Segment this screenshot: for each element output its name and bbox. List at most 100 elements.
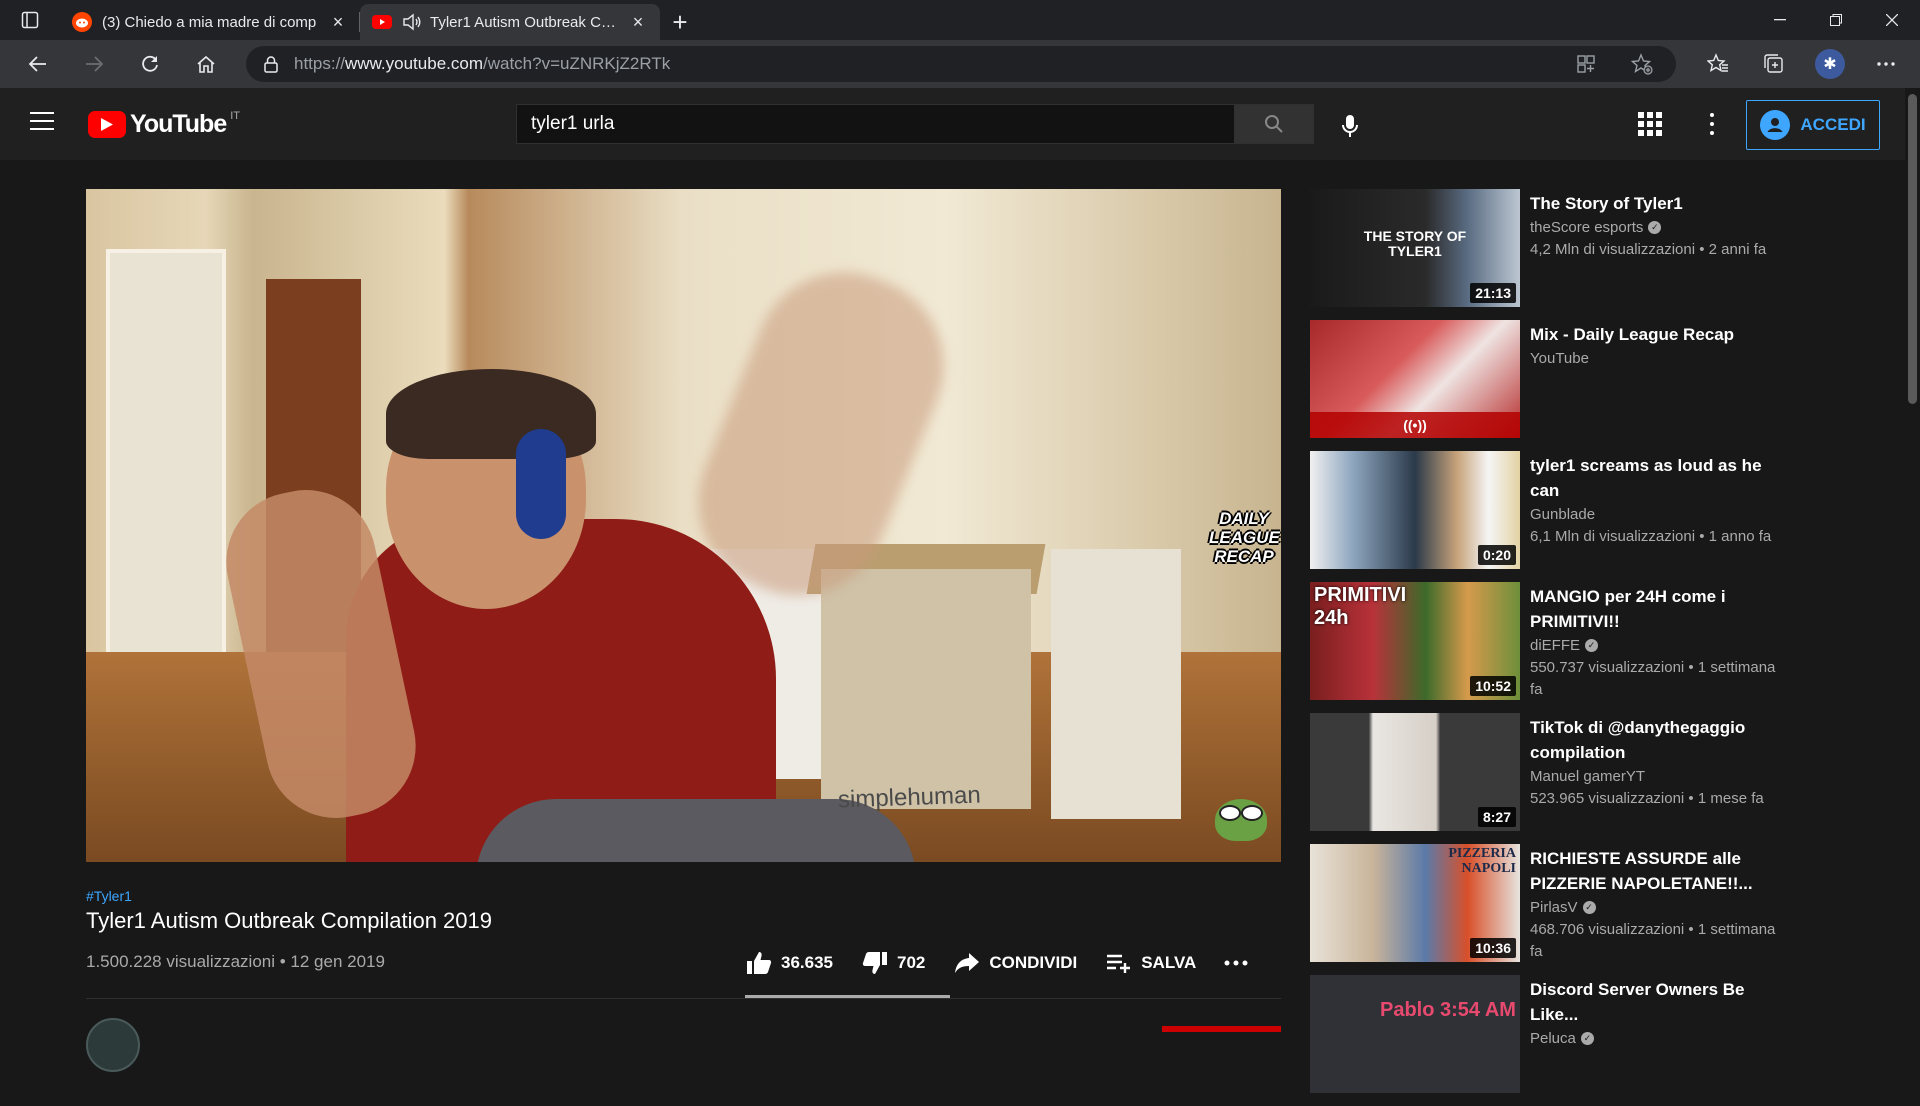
verified-check-icon: ✓ <box>1582 901 1596 914</box>
video-thumbnail[interactable]: THE STORY OF TYLER1 21:13 <box>1310 189 1520 307</box>
signin-button[interactable]: ACCEDI <box>1746 100 1880 150</box>
video-frame-door <box>106 249 226 719</box>
forward-button[interactable] <box>72 44 116 84</box>
related-video-item[interactable]: PIZZERIA NAPOLI 10:36 RICHIESTE ASSURDE … <box>1310 844 1780 973</box>
settings-more-button[interactable] <box>1868 46 1904 82</box>
microphone-icon <box>1342 115 1358 137</box>
share-button[interactable]: CONDIVIDI <box>953 949 1077 977</box>
video-actions: 36.635 702 CONDIVIDI SALVA <box>745 945 1276 981</box>
related-video-title[interactable]: Mix - Daily League Recap <box>1530 322 1780 347</box>
subscribe-button[interactable] <box>1162 1026 1281 1032</box>
address-bar[interactable]: https://www.youtube.com/watch?v=uZNRKjZ2… <box>246 46 1676 82</box>
favorites-icon <box>1707 53 1728 72</box>
browser-tabbar: (3) Chiedo a mia madre di comp × Tyler1 … <box>0 0 1920 40</box>
search-icon <box>1265 115 1283 133</box>
video-thumbnail[interactable]: ((•)) <box>1310 320 1520 438</box>
youtube-masthead: YouTube IT tyler1 urla ACCEDI <box>0 88 1905 160</box>
related-video-channel[interactable]: diEFFE ✓ <box>1530 637 1780 654</box>
related-video-info: tyler1 screams as loud as he can Gunblad… <box>1520 451 1780 580</box>
video-thumbnail[interactable]: PRIMITIVI 24h 10:52 <box>1310 582 1520 700</box>
tab-close-button[interactable]: × <box>628 12 648 33</box>
url-host: www.youtube.com <box>345 54 483 73</box>
related-video-stats: 468.706 visualizzazioni • 1 settimana fa <box>1530 921 1776 960</box>
window-controls <box>1752 0 1920 40</box>
related-video-info: RICHIESTE ASSURDE alle PIZZERIE NAPOLETA… <box>1520 844 1780 973</box>
close-window-button[interactable] <box>1864 0 1920 40</box>
video-player[interactable]: simplehuman DAILY LEAGUE RECAP <box>86 189 1281 862</box>
related-video-info: TikTok di @danythegaggio compilation Man… <box>1520 713 1780 842</box>
related-video-item[interactable]: Pablo 3:54 AM Discord Server Owners Be L… <box>1310 975 1780 1104</box>
tab-actions-button[interactable] <box>0 0 60 40</box>
profile-button[interactable]: ✱ <box>1812 46 1848 82</box>
related-video-item[interactable]: 8:27 TikTok di @danythegaggio compilatio… <box>1310 713 1780 842</box>
related-video-item[interactable]: ((•)) Mix - Daily League Recap YouTube <box>1310 320 1780 449</box>
url-text[interactable]: https://www.youtube.com/watch?v=uZNRKjZ2… <box>294 54 670 74</box>
search-input[interactable]: tyler1 urla <box>516 104 1234 144</box>
video-duration: 0:20 <box>1477 545 1516 565</box>
mix-radio-icon: ((•)) <box>1310 412 1520 438</box>
youtube-logo[interactable]: YouTube IT <box>88 110 240 139</box>
video-thumbnail[interactable]: 8:27 <box>1310 713 1520 831</box>
settings-menu-button[interactable] <box>1700 110 1724 138</box>
video-thumbnail[interactable]: PIZZERIA NAPOLI 10:36 <box>1310 844 1520 962</box>
video-thumbnail[interactable]: 0:20 <box>1310 451 1520 569</box>
favorites-button[interactable] <box>1700 46 1736 82</box>
tab-close-button[interactable]: × <box>328 12 348 33</box>
save-button[interactable]: SALVA <box>1105 949 1196 977</box>
add-favorite-button[interactable] <box>1624 46 1660 82</box>
related-video-channel[interactable]: Manuel gamerYT <box>1530 768 1780 785</box>
speaker-icon[interactable] <box>402 13 422 31</box>
playlist-add-icon <box>1105 949 1133 977</box>
apps-grid-dot <box>1647 121 1653 127</box>
related-video-title[interactable]: Discord Server Owners Be Like... <box>1530 977 1780 1027</box>
tab-actions-icon <box>21 11 39 29</box>
back-button[interactable] <box>16 44 60 84</box>
related-video-title[interactable]: TikTok di @danythegaggio compilation <box>1530 715 1780 765</box>
related-video-item[interactable]: PRIMITIVI 24h 10:52 MANGIO per 24H come … <box>1310 582 1780 711</box>
verified-check-icon: ✓ <box>1580 1032 1594 1045</box>
dislike-button[interactable]: 702 <box>861 949 925 977</box>
apps-grid-button[interactable] <box>1638 112 1662 136</box>
video-frame-box <box>821 569 1031 809</box>
related-video-channel[interactable]: theScore esports ✓ <box>1530 219 1780 236</box>
search-button[interactable] <box>1234 104 1314 144</box>
voice-search-button[interactable] <box>1330 106 1370 146</box>
guide-menu-button[interactable] <box>30 112 54 130</box>
frog-emote-icon <box>1215 799 1267 841</box>
related-video-title[interactable]: The Story of Tyler1 <box>1530 191 1780 216</box>
video-thumbnail[interactable]: Pablo 3:54 AM <box>1310 975 1520 1093</box>
like-button[interactable]: 36.635 <box>745 949 833 977</box>
more-actions-button[interactable] <box>1224 960 1248 966</box>
verified-check-icon: ✓ <box>1585 639 1599 652</box>
tab-youtube[interactable]: Tyler1 Autism Outbreak Compilation 2019 … <box>360 4 660 40</box>
related-video-title[interactable]: RICHIESTE ASSURDE alle PIZZERIE NAPOLETA… <box>1530 846 1780 896</box>
kebab-dot <box>1710 131 1714 136</box>
video-hashtag-link[interactable]: #Tyler1 <box>86 888 132 904</box>
related-video-title[interactable]: tyler1 screams as loud as he can <box>1530 453 1780 503</box>
share-label: CONDIVIDI <box>989 953 1078 972</box>
lock-icon[interactable] <box>262 55 280 73</box>
kebab-dot <box>1710 121 1714 126</box>
scrollbar-thumb[interactable] <box>1908 94 1917 404</box>
tab-reddit[interactable]: (3) Chiedo a mia madre di comp × <box>60 4 360 40</box>
minimize-button[interactable] <box>1752 0 1808 40</box>
collections-button[interactable] <box>1756 46 1792 82</box>
related-video-channel[interactable]: PirlasV ✓ <box>1530 899 1780 916</box>
related-video-item[interactable]: THE STORY OF TYLER1 21:13 The Story of T… <box>1310 189 1780 318</box>
app-available-button[interactable] <box>1568 46 1604 82</box>
related-video-channel[interactable]: Gunblade <box>1530 506 1780 523</box>
related-video-channel[interactable]: YouTube <box>1530 350 1780 367</box>
related-video-channel[interactable]: Peluca ✓ <box>1530 1030 1780 1047</box>
tab-title: Tyler1 Autism Outbreak Compilation 2019 <box>430 13 622 31</box>
reddit-icon <box>72 12 92 32</box>
related-video-item[interactable]: 0:20 tyler1 screams as loud as he can Gu… <box>1310 451 1780 580</box>
home-icon <box>197 55 215 73</box>
refresh-button[interactable] <box>128 44 172 84</box>
arrow-left-icon <box>28 56 46 72</box>
related-video-title[interactable]: MANGIO per 24H come i PRIMITIVI!! <box>1530 584 1780 634</box>
restore-button[interactable] <box>1808 0 1864 40</box>
apps-grid-dot <box>1638 121 1644 127</box>
home-button[interactable] <box>184 44 228 84</box>
new-tab-button[interactable]: + <box>660 4 700 40</box>
channel-avatar[interactable] <box>86 1018 140 1072</box>
